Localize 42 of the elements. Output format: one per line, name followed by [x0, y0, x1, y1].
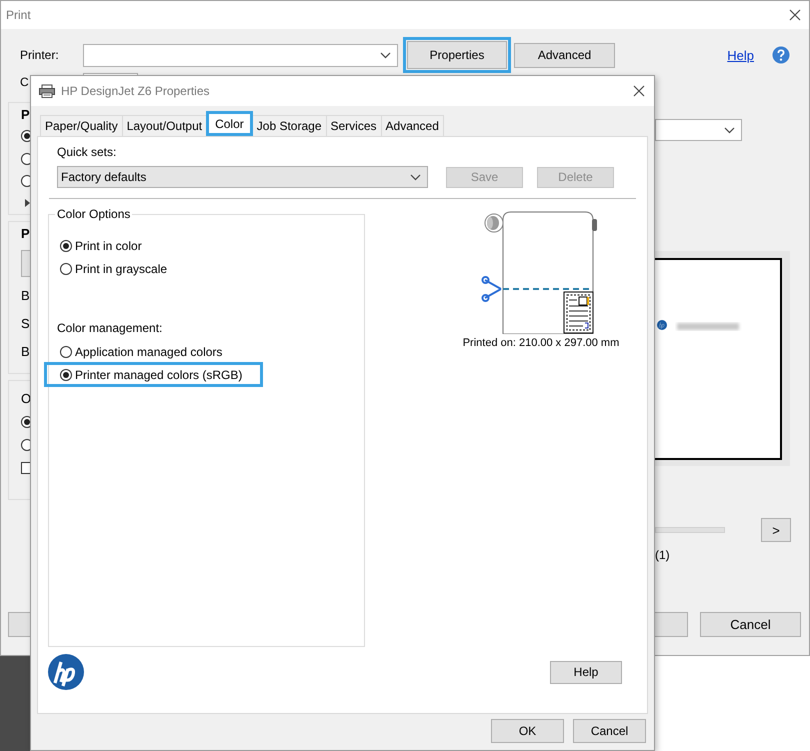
- tab[interactable]: Advanced: [380, 115, 444, 136]
- radio-button[interactable]: Printer managed colors (sRGB): [44, 362, 263, 387]
- chevron-down-icon: [380, 52, 391, 58]
- paper-size-text: Printed on: 210.00 x 297.00 mm: [462, 337, 620, 349]
- dropdown[interactable]: [655, 119, 742, 141]
- dialog-button[interactable]: Advanced: [514, 42, 615, 68]
- section-title: P: [21, 106, 30, 122]
- printer-icon: [39, 84, 55, 98]
- close-icon[interactable]: [789, 9, 801, 21]
- radio-button[interactable]: Application managed colors: [53, 339, 230, 364]
- field-label: Quick sets:: [57, 145, 118, 161]
- dropdown-value: Factory defaults: [61, 170, 146, 184]
- close-icon[interactable]: [633, 85, 645, 97]
- chevron-down-icon: [724, 126, 735, 134]
- window-title: Print: [5, 8, 32, 22]
- help-link[interactable]: Help: [727, 48, 754, 62]
- tab[interactable]: Color: [206, 111, 253, 136]
- field-label: S: [21, 316, 30, 330]
- field-label: Printer:: [20, 48, 60, 62]
- chevron-down-icon: [410, 174, 421, 180]
- dialog-button[interactable]: Properties: [403, 37, 511, 73]
- quick-sets-dropdown[interactable]: Factory defaults: [57, 166, 428, 188]
- field-label: Color management:: [57, 321, 164, 335]
- tab[interactable]: Paper/Quality: [40, 115, 123, 136]
- cancel-button[interactable]: Cancel: [700, 612, 801, 637]
- radio-button[interactable]: Print in color: [53, 233, 149, 258]
- next-button[interactable]: >: [761, 518, 791, 542]
- logo-icon: [48, 654, 84, 690]
- page-count: (1): [655, 548, 671, 562]
- field-label: O: [21, 391, 32, 406]
- section-title: P: [21, 226, 30, 241]
- window-title: HP DesignJet Z6 Properties: [60, 84, 211, 98]
- group-title: Color Options: [55, 207, 132, 221]
- dialog-button[interactable]: Cancel: [573, 719, 646, 743]
- radio-button[interactable]: Print in grayscale: [53, 256, 174, 281]
- dialog-button[interactable]: OK: [491, 719, 564, 743]
- scrollbar[interactable]: [655, 527, 725, 533]
- help-icon[interactable]: [772, 46, 790, 64]
- help-button[interactable]: Help: [550, 660, 622, 684]
- field-label: B: [21, 344, 30, 358]
- field-label: C: [20, 74, 30, 89]
- field-label: B: [21, 288, 30, 302]
